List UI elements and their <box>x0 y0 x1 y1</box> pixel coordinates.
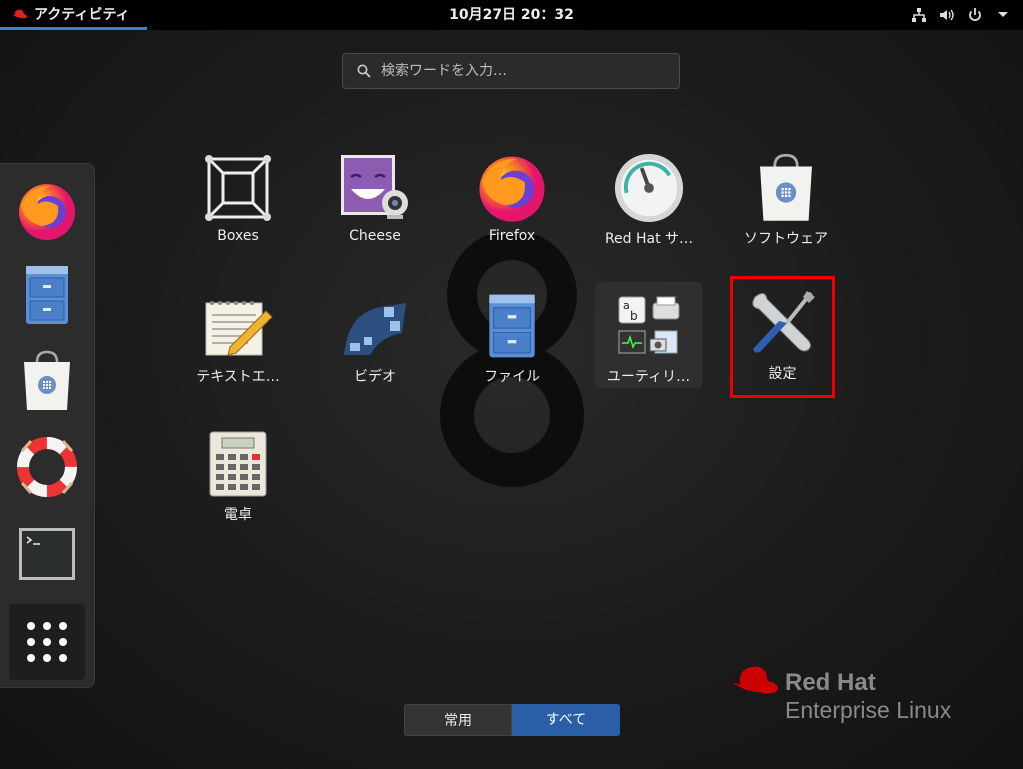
app-video[interactable]: ビデオ <box>319 282 431 394</box>
cheese-icon <box>341 155 408 219</box>
app-text-editor[interactable]: テキストエ… <box>182 282 294 394</box>
firefox-icon <box>479 156 545 222</box>
app-software[interactable]: ソフトウェア <box>730 144 842 256</box>
utilities-folder-icon: ab <box>618 296 679 354</box>
app-firefox[interactable]: Firefox <box>456 144 568 256</box>
svg-text:a: a <box>623 299 630 312</box>
search-icon <box>357 64 371 78</box>
app-label: Cheese <box>349 228 401 244</box>
svg-text:b: b <box>630 309 638 323</box>
all-tab[interactable]: すべて <box>512 704 620 736</box>
brand-line1: Red Hat <box>785 669 876 696</box>
app-cheese[interactable]: Cheese <box>319 144 431 256</box>
rhel-branding: Red Hat Enterprise Linux <box>730 663 990 733</box>
dash-terminal[interactable] <box>12 519 82 589</box>
help-icon <box>17 437 77 497</box>
show-applications-button[interactable] <box>9 604 85 680</box>
app-label: Boxes <box>217 228 259 244</box>
app-label: Red Hat サ… <box>604 231 694 247</box>
app-calculator[interactable]: 電卓 <box>182 420 294 532</box>
dash-firefox[interactable] <box>12 176 82 246</box>
boxes-icon <box>205 155 271 221</box>
app-label: ユーティリ… <box>606 369 691 385</box>
app-label: ソフトウェア <box>744 231 828 247</box>
system-tray[interactable] <box>911 0 1011 30</box>
search-input[interactable] <box>379 62 679 80</box>
dash-software[interactable] <box>12 346 82 416</box>
files-icon <box>489 294 535 358</box>
calculator-icon <box>209 431 267 497</box>
network-icon <box>911 7 927 23</box>
app-boxes[interactable]: Boxes <box>182 144 294 256</box>
app-files[interactable]: ファイル <box>456 282 568 394</box>
software-icon <box>760 153 812 221</box>
app-settings[interactable]: 設定 <box>730 276 835 398</box>
show-apps-icon <box>27 622 67 662</box>
redhat-logo-icon <box>733 666 778 696</box>
video-icon <box>344 303 406 355</box>
software-icon <box>24 350 70 410</box>
volume-icon <box>939 7 955 23</box>
gauge-icon <box>614 153 684 223</box>
settings-icon <box>751 291 815 353</box>
frequent-tab[interactable]: 常用 <box>404 704 512 736</box>
firefox-icon <box>19 184 75 240</box>
app-utilities-folder[interactable]: ab ユーティリ… <box>595 282 702 388</box>
power-icon <box>967 7 983 23</box>
search-box[interactable] <box>342 53 680 89</box>
app-label: Firefox <box>488 228 536 244</box>
dash-help[interactable] <box>12 432 82 502</box>
dash-files[interactable] <box>12 260 82 330</box>
clock[interactable]: 10月27日 20：32 <box>0 0 1023 30</box>
terminal-icon <box>19 528 75 580</box>
app-redhat-subscription[interactable]: Red Hat サ… <box>593 144 705 256</box>
view-toggle: 常用 すべて <box>404 704 620 736</box>
brand-line2: Enterprise Linux <box>785 697 952 723</box>
dash <box>0 163 95 688</box>
menu-arrow-icon <box>995 7 1011 23</box>
app-label: テキストエ… <box>196 369 280 385</box>
app-label: ビデオ <box>354 369 396 385</box>
text-editor-icon <box>205 301 273 356</box>
app-label: 電卓 <box>224 507 252 523</box>
files-icon <box>26 266 68 324</box>
top-bar: アクティビティ 10月27日 20：32 <box>0 0 1023 30</box>
app-label: 設定 <box>768 366 797 382</box>
app-label: ファイル <box>484 369 540 385</box>
